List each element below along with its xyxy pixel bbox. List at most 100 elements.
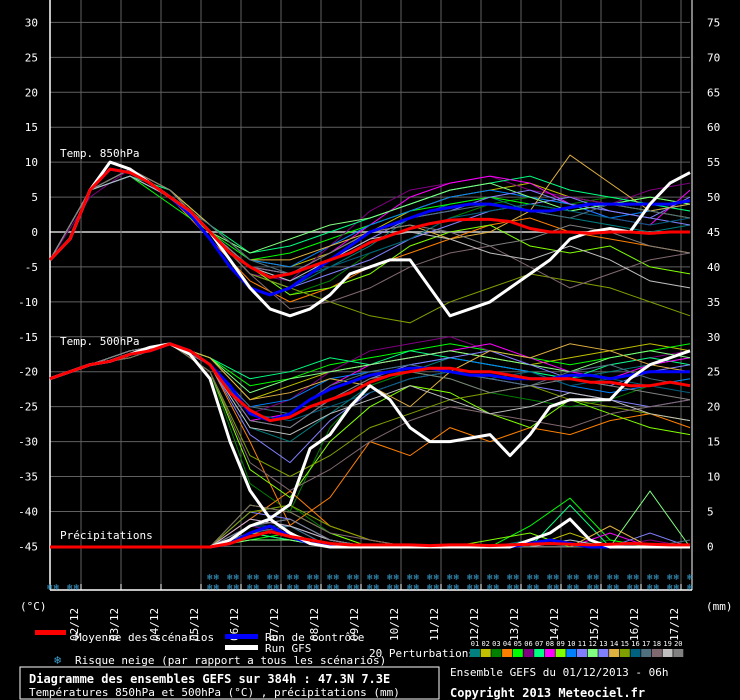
snowflake-icon: ❄ xyxy=(454,583,460,593)
snowflake-icon: ❄ xyxy=(74,583,80,593)
snowflake-icon: ❄ xyxy=(347,583,353,593)
x-tick-label: 15/12 xyxy=(588,608,601,641)
snowflake-icon: ❄ xyxy=(534,573,540,583)
snowflake-icon: ❄ xyxy=(314,583,320,593)
perturbation-swatch-label: 17 xyxy=(642,640,650,648)
mean-t850-line xyxy=(48,167,690,279)
snowflake-icon: ❄ xyxy=(247,583,253,593)
legend: Moyenne des scénarios Run de contrôle Ru… xyxy=(35,630,684,667)
snowflake-icon: ❄ xyxy=(387,573,393,583)
snowflake-icon: ❄ xyxy=(487,583,493,593)
perturbation-swatch-label: 13 xyxy=(599,640,607,648)
snowflake-icon: ❄ xyxy=(614,583,620,593)
snowflake-icon: ❄ xyxy=(394,573,400,583)
snowflake-icon: ❄ xyxy=(247,573,253,583)
left-tick-label: 0 xyxy=(31,226,38,239)
snowflake-icon: ❄ xyxy=(407,573,413,583)
snowflake-icon: ❄ xyxy=(374,573,380,583)
snowflake-icon: ❄ xyxy=(254,583,260,593)
perturbation-swatch-15 xyxy=(619,649,630,657)
x-tick-label: 16/12 xyxy=(628,608,641,641)
legend-mean-label: Moyenne des scénarios xyxy=(75,631,214,644)
snowflake-icon: ❄ xyxy=(607,583,613,593)
main-lines xyxy=(48,160,691,549)
snowflake-icon: ❄ xyxy=(594,583,600,593)
snowflake-icon: ❄ xyxy=(367,573,373,583)
perturbation-swatch-label: 18 xyxy=(653,640,661,648)
perturbation-swatch-label: 09 xyxy=(556,640,564,648)
panel-label-precip: Précipitations xyxy=(60,529,153,542)
snowflake-icon: ❄ xyxy=(327,583,333,593)
perturbation-11-t500 xyxy=(49,343,691,464)
perturbation-swatch-label: 04 xyxy=(503,640,511,648)
perturbation-swatch-05 xyxy=(512,649,523,657)
perturbation-swatch-01 xyxy=(470,649,480,657)
snowflake-icon: ❄ xyxy=(574,583,580,593)
right-tick-label: 35 xyxy=(707,296,720,309)
snowflake-icon: ❄ xyxy=(414,573,420,583)
left-axis-unit: (°C) xyxy=(20,600,47,613)
perturbation-swatch-label: 12 xyxy=(588,640,596,648)
snowflake-icon: ❄ xyxy=(647,583,653,593)
snowflake-icon: ❄ xyxy=(434,573,440,583)
snowflake-icon: ❄ xyxy=(294,583,300,593)
perturbation-swatches: 01 02 03 04 05 06 07 08 09 10 11 12 13 14 15 16 17 18 19 20 xyxy=(470,640,684,657)
snowflake-icon: ❄ xyxy=(507,573,513,583)
legend-control-swatch xyxy=(225,634,258,639)
snowflake-icon: ❄ xyxy=(614,573,620,583)
snowflake-icon: ❄ xyxy=(347,573,353,583)
snowflake-icon: ❄ xyxy=(467,583,473,593)
left-tick-label: -25 xyxy=(18,401,38,414)
snowflake-icon: ❄ xyxy=(314,573,320,583)
panel-label-t850: Temp. 850hPa xyxy=(60,147,139,160)
snowflake-icon: ❄ xyxy=(567,583,573,593)
x-tick-label: 11/12 xyxy=(428,608,441,641)
legend-mean-swatch xyxy=(35,630,66,635)
left-tick-label: 20 xyxy=(25,86,38,99)
snowflake-icon: ❄ xyxy=(494,583,500,593)
perturbation-04-t850 xyxy=(49,168,691,303)
perturbation-swatch-11 xyxy=(577,649,587,657)
snowflake-icon: ❄ xyxy=(267,573,273,583)
snowflake-icon: ❄ xyxy=(634,573,640,583)
snowflake-icon: ❄ xyxy=(567,573,573,583)
snowflake-icon: ❄ xyxy=(574,573,580,583)
snowflake-icon: ❄ xyxy=(67,583,73,593)
right-tick-label: 60 xyxy=(707,121,720,134)
right-tick-label: 70 xyxy=(707,51,720,64)
snowflake-icon: ❄ xyxy=(447,573,453,583)
snowflake-icon: ❄ xyxy=(214,573,220,583)
right-axis-unit: (mm) xyxy=(706,600,733,613)
x-tick-label: 17/12 xyxy=(668,608,681,641)
snowflake-icon: ❄ xyxy=(667,583,673,593)
perturbation-swatch-label: 14 xyxy=(610,640,618,648)
snowflake-icon: ❄ xyxy=(527,573,533,583)
perturbation-04-t500 xyxy=(49,343,691,527)
snowflake-icon: ❄ xyxy=(547,573,553,583)
snowflake-icon: ❄ xyxy=(394,583,400,593)
snowflake-icon: ❄ xyxy=(514,583,520,593)
panel-label-t500: Temp. 500hPa xyxy=(60,335,139,348)
snowflake-icon: ❄ xyxy=(534,583,540,593)
snowflake-icon: ❄ xyxy=(294,573,300,583)
perturbation-swatch-label: 07 xyxy=(535,640,543,648)
left-tick-label: -20 xyxy=(18,366,38,379)
right-tick-label: 75 xyxy=(707,16,720,29)
perturbation-swatch-label: 15 xyxy=(621,640,629,648)
snowflake-icon: ❄ xyxy=(667,573,673,583)
snowflake-icon: ❄ xyxy=(227,573,233,583)
snowflake-icon: ❄ xyxy=(334,573,340,583)
snowflake-icon: ❄ xyxy=(474,573,480,583)
snowflake-icon: ❄ xyxy=(607,573,613,583)
snowflake-icon: ❄ xyxy=(327,573,333,583)
snowflake-icon: ❄ xyxy=(214,583,220,593)
legend-gfs-swatch xyxy=(225,645,258,650)
snowflake-icon: ❄ xyxy=(527,583,533,593)
snowflake-icon: ❄ xyxy=(307,573,313,583)
perturbation-swatch-20 xyxy=(673,649,684,657)
perturbation-swatch-label: 11 xyxy=(578,640,586,648)
legend-snow-label: Risque neige (par rapport a tous les scé… xyxy=(75,654,386,667)
mean-t500-line xyxy=(49,342,691,423)
perturbation-swatch-label: 08 xyxy=(546,640,554,648)
snowflake-icon: ❄ xyxy=(554,583,560,593)
